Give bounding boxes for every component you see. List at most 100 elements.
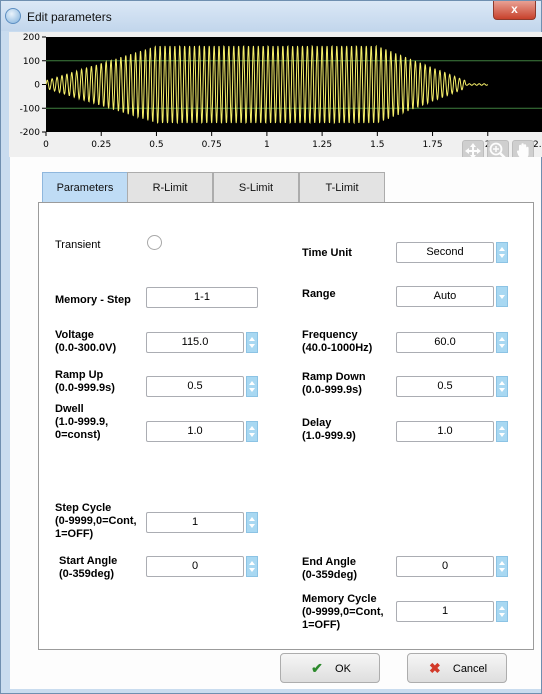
tab-s-limit[interactable]: S-Limit (213, 172, 299, 203)
tab-parameters[interactable]: Parameters (42, 172, 128, 204)
spin-up-icon[interactable] (499, 247, 505, 251)
frequency-field[interactable]: 60.0 (396, 332, 494, 353)
voltage-spinner[interactable] (246, 332, 258, 353)
memory-step-field[interactable]: 1-1 (146, 287, 258, 308)
dwell-field[interactable]: 1.0 (146, 421, 244, 442)
edit-parameters-window: Edit parameters x 200 100 0 -100 -200 0 0.25 0… (0, 0, 542, 694)
y-tick-label: -200 (20, 128, 41, 138)
dwell-label: Dwell (1.0-999.9, 0=const) (55, 403, 109, 441)
spin-down-icon[interactable] (249, 433, 255, 437)
ok-label: OK (335, 663, 351, 675)
spin-down-icon[interactable] (249, 524, 255, 528)
ramp-up-spinner[interactable] (246, 376, 258, 397)
dwell-spinner[interactable] (246, 421, 258, 442)
close-button[interactable]: x (493, 1, 536, 20)
time-unit-spinner[interactable] (496, 242, 508, 263)
app-icon (5, 8, 21, 24)
cancel-button[interactable]: ✖ Cancel (407, 653, 507, 683)
spin-down-icon[interactable] (499, 254, 505, 258)
tab-label: S-Limit (238, 182, 274, 194)
voltage-label: Voltage (0.0-300.0V) (55, 329, 117, 354)
ramp-down-label: Ramp Down (0.0-999.9s) (302, 371, 366, 396)
y-tick-label: -100 (20, 104, 41, 114)
tab-r-limit[interactable]: R-Limit (127, 172, 213, 203)
x-tick-label: 1.5 (370, 140, 384, 150)
spin-up-icon[interactable] (249, 517, 255, 521)
end-angle-label: End Angle (0-359deg) (302, 556, 358, 581)
checkmark-icon: ✔ (311, 660, 323, 676)
step-cycle-label: Step Cycle (0-9999,0=Cont, 1=OFF) (55, 502, 137, 540)
spin-up-icon[interactable] (499, 426, 505, 430)
spin-up-icon[interactable] (499, 606, 505, 610)
x-tick-label: 0.5 (149, 140, 163, 150)
memory-cycle-spinner[interactable] (496, 601, 508, 622)
spin-down-icon[interactable] (249, 568, 255, 572)
time-unit-field[interactable]: Second (396, 242, 494, 263)
ramp-down-field[interactable]: 0.5 (396, 376, 494, 397)
spin-down-icon[interactable] (499, 433, 505, 437)
window-title: Edit parameters (27, 10, 112, 24)
delay-field[interactable]: 1.0 (396, 421, 494, 442)
spin-up-icon[interactable] (249, 426, 255, 430)
spin-up-icon[interactable] (249, 381, 255, 385)
memory-step-label: Memory - Step (55, 294, 131, 306)
tab-label: R-Limit (152, 182, 188, 194)
y-tick-label: 200 (23, 33, 40, 43)
title-bar[interactable]: Edit parameters x (1, 1, 541, 31)
spin-down-icon[interactable] (499, 613, 505, 617)
start-angle-spinner[interactable] (246, 556, 258, 577)
time-unit-label: Time Unit (302, 247, 352, 259)
x-tick-label: 1.75 (423, 140, 443, 150)
spin-down-icon[interactable] (499, 388, 505, 392)
transient-label: Transient (55, 239, 101, 251)
x-tick-label: 0.75 (202, 140, 222, 150)
ramp-up-field[interactable]: 0.5 (146, 376, 244, 397)
waveform-chart: 200 100 0 -100 -200 0 0.25 0.5 0.75 1 1.25 1.5 1.75… (20, 33, 542, 150)
delay-label: Delay (1.0-999.9) (302, 417, 356, 442)
frequency-spinner[interactable] (496, 332, 508, 353)
tab-t-limit[interactable]: T-Limit (299, 172, 385, 203)
x-tick-label: 0.25 (91, 140, 111, 150)
memory-cycle-field[interactable]: 1 (396, 601, 494, 622)
spin-up-icon[interactable] (499, 381, 505, 385)
tab-label: T-Limit (325, 182, 359, 194)
step-cycle-spinner[interactable] (246, 512, 258, 533)
spin-up-icon[interactable] (249, 337, 255, 341)
y-axis-ticks: 200 100 0 -100 -200 (20, 33, 46, 138)
frequency-label: Frequency (40.0-1000Hz) (302, 329, 373, 354)
x-tick-label: 1.25 (312, 140, 332, 150)
tab-label: Parameters (56, 182, 114, 194)
spin-down-icon[interactable] (499, 344, 505, 348)
voltage-field[interactable]: 115.0 (146, 332, 244, 353)
start-angle-field[interactable]: 0 (146, 556, 244, 577)
x-tick-label: 1 (264, 140, 270, 150)
y-tick-label: 100 (23, 57, 40, 67)
spin-down-icon[interactable] (249, 344, 255, 348)
spin-up-icon[interactable] (499, 561, 505, 565)
step-cycle-field[interactable]: 1 (146, 512, 244, 533)
ok-button[interactable]: ✔ OK (280, 653, 380, 683)
range-label: Range (302, 288, 336, 300)
delay-spinner[interactable] (496, 421, 508, 442)
y-tick-label: 0 (34, 81, 40, 91)
ramp-up-label: Ramp Up (0.0-999.9s) (55, 369, 115, 394)
end-angle-field[interactable]: 0 (396, 556, 494, 577)
spin-down-icon[interactable] (499, 568, 505, 572)
start-angle-label: Start Angle (0-359deg) (59, 555, 118, 580)
waveform-plot[interactable]: 200 100 0 -100 -200 0 0.25 0.5 0.75 1 1.25 1.5 1.75… (9, 32, 542, 162)
end-angle-spinner[interactable] (496, 556, 508, 577)
x-tick-label: 2.25 (533, 140, 542, 150)
transient-radio[interactable] (147, 235, 162, 250)
range-dropdown-button[interactable] (496, 286, 508, 307)
spin-up-icon[interactable] (499, 337, 505, 341)
x-tick-label: 0 (43, 140, 49, 150)
spin-up-icon[interactable] (249, 561, 255, 565)
spin-down-icon[interactable] (249, 388, 255, 392)
ramp-down-spinner[interactable] (496, 376, 508, 397)
dialog-content: Parameters R-Limit S-Limit T-Limit Trans… (10, 157, 541, 689)
range-select[interactable]: Auto (396, 286, 494, 307)
cross-icon: ✖ (429, 660, 441, 676)
chevron-down-icon (499, 295, 505, 299)
memory-cycle-label: Memory Cycle (0-9999,0=Cont, 1=OFF) (302, 593, 384, 631)
cancel-label: Cancel (452, 663, 488, 675)
